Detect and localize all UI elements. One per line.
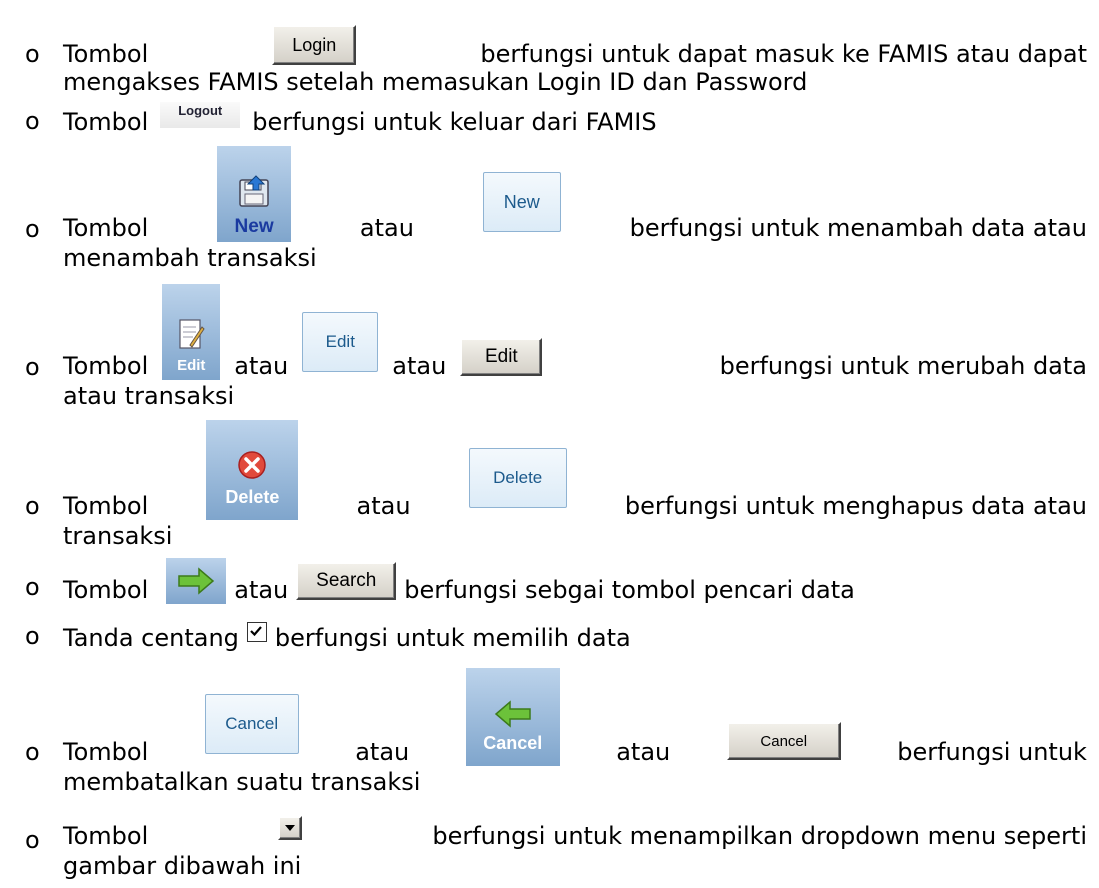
list-item-edit-cont: atau transaksi bbox=[63, 382, 1087, 410]
bullet: o bbox=[25, 215, 40, 243]
item-prefix: Tombol bbox=[63, 738, 149, 766]
item-text-cont: gambar dibawah ini bbox=[63, 852, 302, 880]
search-gray-button-icon: Search bbox=[296, 562, 397, 600]
item-text-cont: membatalkan suatu transaksi bbox=[63, 768, 421, 796]
logout-button-icon: Logout bbox=[160, 102, 241, 128]
tile-label: Cancel bbox=[483, 733, 543, 753]
item-text-cont: mengakses FAMIS setelah memasukan Login … bbox=[63, 68, 808, 96]
item-prefix: Tombol bbox=[63, 108, 149, 136]
list-item-cancel-cont: membatalkan suatu transaksi bbox=[63, 768, 1087, 796]
item-prefix: Tombol bbox=[63, 214, 149, 242]
item-text: berfungsi untuk bbox=[897, 738, 1087, 766]
delete-tile-icon: Delete bbox=[206, 420, 299, 520]
item-connector: atau bbox=[234, 352, 289, 380]
item-text: berfungsi sebgai tombol pencari data bbox=[404, 576, 855, 604]
item-connector: atau bbox=[234, 576, 289, 604]
item-prefix: Tombol bbox=[63, 822, 149, 850]
item-text: berfungsi untuk menampilkan dropdown men… bbox=[432, 822, 1087, 850]
bullet: o bbox=[25, 492, 40, 520]
item-text: berfungsi untuk dapat masuk ke FAMIS ata… bbox=[480, 40, 1087, 68]
item-text-cont: menambah transaksi bbox=[63, 244, 317, 272]
new-tile-icon: New bbox=[217, 146, 292, 242]
bullet: o bbox=[25, 826, 40, 854]
bullet: o bbox=[25, 573, 40, 601]
cancel-button-icon: Cancel bbox=[204, 694, 299, 754]
item-prefix: Tombol bbox=[63, 40, 149, 68]
floppy-icon bbox=[239, 175, 269, 207]
item-prefix: Tombol bbox=[63, 352, 149, 380]
item-prefix: Tombol bbox=[63, 576, 149, 604]
arrow-left-icon bbox=[494, 700, 531, 728]
list-item-search: Tombol atau Search berfungsi sebgai tomb… bbox=[63, 558, 1087, 604]
bullet: o bbox=[25, 40, 40, 68]
list-item-dropdown-cont: gambar dibawah ini bbox=[63, 852, 1087, 880]
new-button-icon: New bbox=[482, 172, 561, 232]
edit-gray-button-icon: Edit bbox=[460, 338, 543, 376]
list-item-new: Tombol New atau New berfungsi untuk mena… bbox=[63, 144, 1087, 242]
item-connector: atau bbox=[616, 738, 671, 766]
tile-label: Delete bbox=[225, 487, 280, 507]
item-connector: atau bbox=[355, 738, 410, 766]
bullet: o bbox=[25, 622, 40, 650]
edit-tile-icon: Edit bbox=[162, 284, 221, 380]
item-text: berfungsi untuk menghapus data atau bbox=[624, 492, 1087, 520]
checkbox-checked-icon bbox=[246, 622, 267, 642]
list-item-delete: Tombol Delete atau Delete berfungsi untu… bbox=[63, 418, 1087, 520]
item-text-cont: transaksi bbox=[63, 522, 173, 550]
list-item-cancel: Tombol Cancel atau Cancel atau Cancel be… bbox=[63, 666, 1087, 766]
login-button-icon: Login bbox=[272, 25, 357, 65]
item-text: berfungsi untuk keluar dari FAMIS bbox=[252, 108, 657, 136]
list-item-login-cont: mengakses FAMIS setelah memasukan Login … bbox=[63, 68, 1087, 96]
list-item-dropdown: Tombol berfungsi untuk menampilkan dropd… bbox=[63, 804, 1087, 850]
item-text: berfungsi untuk merubah data bbox=[719, 352, 1087, 380]
item-prefix: Tombol bbox=[63, 492, 149, 520]
delete-button-icon: Delete bbox=[468, 448, 567, 508]
bullet: o bbox=[25, 107, 40, 135]
notepad-icon bbox=[179, 319, 205, 349]
item-connector: atau bbox=[356, 492, 411, 520]
x-circle-icon bbox=[238, 451, 267, 479]
arrow-right-icon bbox=[178, 567, 215, 595]
edit-button-icon: Edit bbox=[302, 312, 379, 372]
list-item-edit: Tombol Edit atau Edit atau Edit berfungs… bbox=[63, 278, 1087, 380]
item-prefix: Tanda centang bbox=[63, 624, 239, 652]
tile-label: New bbox=[234, 216, 274, 237]
item-text: berfungsi untuk menambah data atau bbox=[629, 214, 1087, 242]
list-item-delete-cont: transaksi bbox=[63, 522, 1087, 550]
item-text: berfungsi untuk memilih data bbox=[274, 624, 631, 652]
list-item-new-cont: menambah transaksi bbox=[63, 244, 1087, 272]
list-item-login: Tombol Login berfungsi untuk dapat masuk… bbox=[63, 12, 1087, 68]
item-connector: atau bbox=[359, 214, 414, 242]
list-item-checkbox: Tanda centang berfungsi untuk memilih da… bbox=[63, 612, 1087, 652]
item-connector: atau bbox=[392, 352, 447, 380]
cancel-tile-icon: Cancel bbox=[465, 668, 560, 766]
bullet: o bbox=[25, 738, 40, 766]
cancel-gray-button-icon: Cancel bbox=[726, 722, 841, 760]
tile-label: Edit bbox=[177, 357, 206, 374]
item-text-cont: atau transaksi bbox=[63, 382, 235, 410]
dropdown-arrow-icon bbox=[278, 816, 303, 840]
bullet: o bbox=[25, 353, 40, 381]
arrow-right-tile-icon bbox=[166, 558, 227, 604]
list-item-logout: Tombol Logout berfungsi untuk keluar dar… bbox=[63, 100, 1087, 136]
